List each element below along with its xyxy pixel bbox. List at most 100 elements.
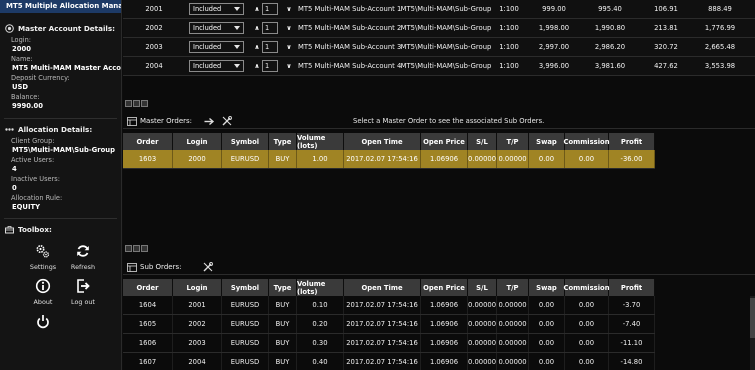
account-value-2: 888.49 — [708, 5, 732, 13]
allocation-heading: Allocation Details: — [0, 122, 121, 136]
column-header-tp[interactable]: T/P — [497, 279, 529, 296]
increase-button[interactable]: ∧ — [252, 41, 262, 53]
settings-button[interactable]: Settings — [24, 242, 62, 271]
sub-account-row[interactable]: 2003 Included ∧ 1 ∨ MT5 Multi-MAM Sub-Account… — [123, 38, 755, 57]
pane-controls[interactable] — [125, 245, 148, 252]
multiplier-value[interactable]: 1 — [262, 3, 278, 15]
table-row[interactable]: 1603 2000 EURUSD BUY 1.00 2017.02.07 17:54:16… — [123, 150, 655, 169]
sub-account-row[interactable]: 2001 Included ∧ 1 ∨ MT5 Multi-MAM Sub-Account… — [123, 0, 755, 19]
account-leverage: 1:100 — [499, 62, 519, 70]
chevron-down-icon — [234, 64, 240, 68]
cell-commission: 0.00 — [565, 334, 609, 352]
login-field: Login: 2000 — [11, 36, 32, 53]
divider — [4, 118, 117, 119]
cell-sl: 0.00000 — [468, 315, 497, 333]
increase-button[interactable]: ∧ — [252, 60, 262, 72]
cell-tp: 0.00000 — [497, 296, 529, 314]
table-row[interactable]: 1607 2004 EURUSD BUY 0.40 2017.02.07 17:54:16… — [123, 353, 655, 370]
cell-volume: 0.30 — [297, 334, 344, 352]
cell-swap: 0.00 — [529, 334, 565, 352]
column-header-volume[interactable]: Volume (lots) — [297, 133, 344, 150]
column-header-login[interactable]: Login — [173, 133, 222, 150]
about-button[interactable]: About — [24, 277, 62, 306]
status-dropdown[interactable]: Included — [189, 41, 244, 53]
increase-button[interactable]: ∧ — [252, 22, 262, 34]
gears-icon — [34, 242, 52, 260]
column-header-swap[interactable]: Swap — [529, 133, 565, 150]
cell-commission: 0.00 — [565, 315, 609, 333]
column-header-sl[interactable]: S/L — [468, 133, 497, 150]
cell-order: 1604 — [123, 296, 173, 314]
multiplier-stepper[interactable]: ∧ 1 ∨ — [252, 22, 294, 34]
multiplier-value[interactable]: 1 — [262, 60, 278, 72]
account-balance: 999.00 — [542, 5, 566, 13]
cell-commission: 0.00 — [565, 296, 609, 314]
decrease-button[interactable]: ∨ — [284, 60, 294, 72]
sub-account-row[interactable]: 2002 Included ∧ 1 ∨ MT5 Multi-MAM Sub-Account… — [123, 19, 755, 38]
scrollbar-thumb[interactable] — [750, 298, 755, 338]
status-value: Included — [193, 24, 222, 32]
cell-time: 2017.02.07 17:54:16 — [344, 150, 421, 168]
status-value: Included — [193, 62, 222, 70]
logout-button[interactable]: Log out — [64, 277, 102, 306]
status-dropdown[interactable]: Included — [189, 22, 244, 34]
table-row[interactable]: 1605 2002 EURUSD BUY 0.20 2017.02.07 17:54:16… — [123, 315, 655, 334]
column-header-order[interactable]: Order — [123, 279, 173, 296]
column-header-profit[interactable]: Profit — [609, 279, 655, 296]
column-header-price[interactable]: Open Price — [421, 279, 468, 296]
status-dropdown[interactable]: Included — [189, 60, 244, 72]
decrease-button[interactable]: ∨ — [284, 41, 294, 53]
multiplier-stepper[interactable]: ∧ 1 ∨ — [252, 3, 294, 15]
cell-time: 2017.02.07 17:54:16 — [344, 334, 421, 352]
column-header-time[interactable]: Open Time — [344, 133, 421, 150]
column-header-swap[interactable]: Swap — [529, 279, 565, 296]
pane-controls[interactable] — [125, 100, 148, 107]
account-name: MT5 Multi-MAM Sub-Account 1 — [298, 5, 402, 13]
column-header-commission[interactable]: Commission — [563, 133, 610, 150]
status-dropdown[interactable]: Included — [189, 3, 244, 15]
sub-orders-scrollbar[interactable] — [750, 296, 755, 370]
account-value-1: 427.62 — [654, 62, 678, 70]
column-header-type[interactable]: Type — [269, 279, 297, 296]
column-header-order[interactable]: Order — [123, 133, 173, 150]
column-header-profit[interactable]: Profit — [609, 133, 655, 150]
refresh-button[interactable]: Refresh — [64, 242, 102, 271]
table-row[interactable]: 1604 2001 EURUSD BUY 0.10 2017.02.07 17:54:16… — [123, 296, 655, 315]
tools-icon[interactable] — [203, 262, 214, 272]
table-row[interactable]: 1606 2003 EURUSD BUY 0.30 2017.02.07 17:54:16… — [123, 334, 655, 353]
column-header-commission[interactable]: Commission — [563, 279, 610, 296]
cell-symbol: EURUSD — [222, 353, 269, 370]
column-header-tp[interactable]: T/P — [497, 133, 529, 150]
sub-orders-title: Sub Orders: — [140, 263, 182, 271]
account-leverage: 1:100 — [499, 24, 519, 32]
multiplier-value[interactable]: 1 — [262, 22, 278, 34]
info-icon — [34, 277, 52, 295]
decrease-button[interactable]: ∨ — [284, 22, 294, 34]
decrease-button[interactable]: ∨ — [284, 3, 294, 15]
column-header-price[interactable]: Open Price — [421, 133, 468, 150]
arrow-right-icon[interactable] — [204, 117, 215, 126]
column-header-symbol[interactable]: Symbol — [222, 133, 269, 150]
column-header-type[interactable]: Type — [269, 133, 297, 150]
column-header-symbol[interactable]: Symbol — [222, 279, 269, 296]
tools-icon[interactable] — [222, 116, 232, 126]
multiplier-stepper[interactable]: ∧ 1 ∨ — [252, 60, 294, 72]
account-leverage: 1:100 — [499, 43, 519, 51]
status-value: Included — [193, 5, 222, 13]
column-header-sl[interactable]: S/L — [468, 279, 497, 296]
increase-button[interactable]: ∧ — [252, 3, 262, 15]
account-balance: 3,996.00 — [538, 62, 570, 70]
column-header-login[interactable]: Login — [173, 279, 222, 296]
column-header-time[interactable]: Open Time — [344, 279, 421, 296]
sub-account-row[interactable]: 2004 Included ∧ 1 ∨ MT5 Multi-MAM Sub-Account… — [123, 57, 755, 76]
currency-field: Deposit Currency: USD — [11, 74, 70, 91]
multiplier-value[interactable]: 1 — [262, 41, 278, 53]
logout-icon — [74, 277, 92, 295]
sub-list-icon — [127, 262, 137, 272]
multiplier-stepper[interactable]: ∧ 1 ∨ — [252, 41, 294, 53]
power-button[interactable] — [24, 312, 62, 330]
cell-profit: -14.80 — [609, 353, 655, 370]
column-header-volume[interactable]: Volume (lots) — [297, 279, 344, 296]
cell-price: 1.06906 — [421, 296, 468, 314]
inactive-users-field: Inactive Users: 0 — [11, 175, 60, 192]
